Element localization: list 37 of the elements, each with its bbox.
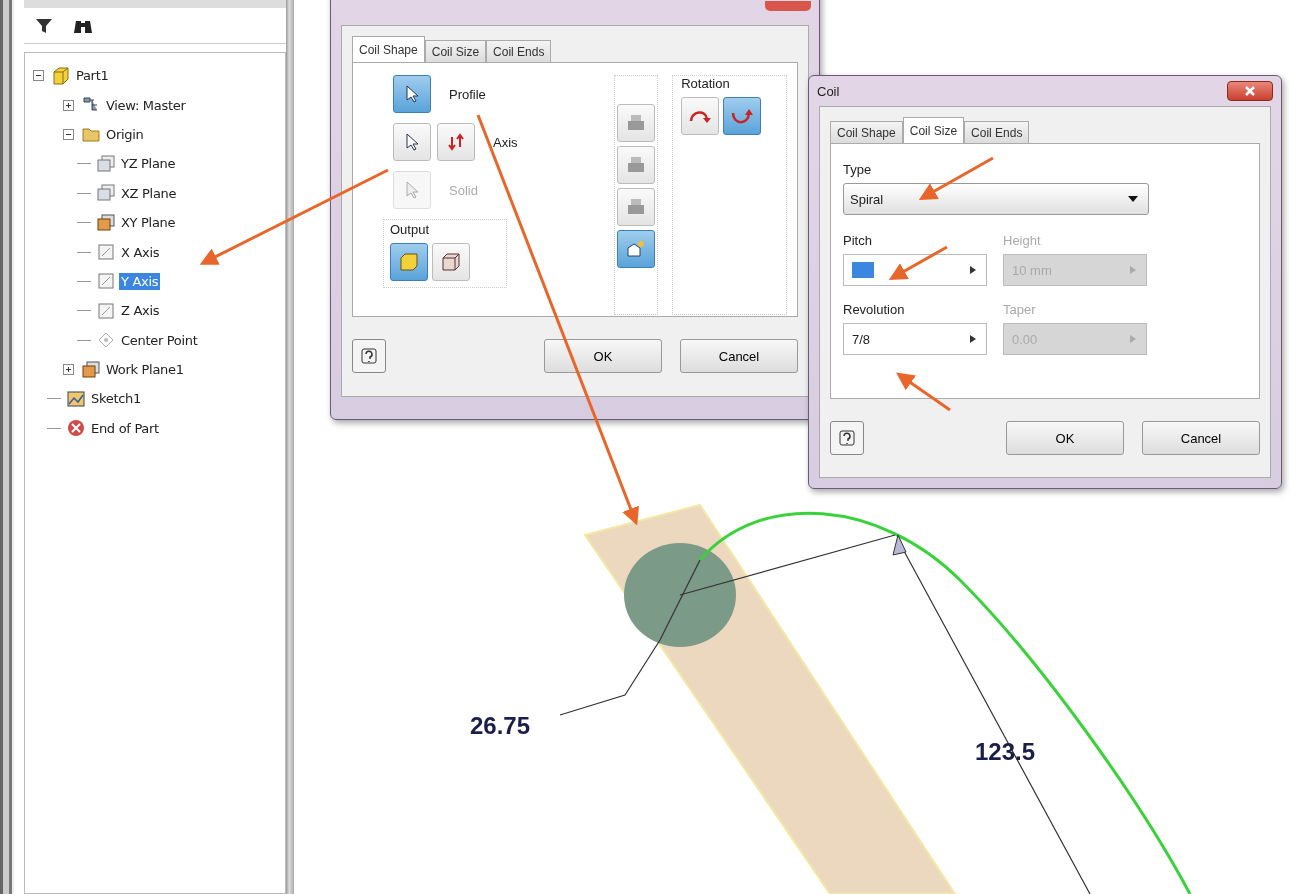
field-label: Revolution (843, 302, 906, 317)
profile-label: Profile (449, 86, 486, 102)
tree-item[interactable]: Y Axis (119, 272, 161, 290)
tree-item[interactable]: Part1 (74, 67, 111, 85)
dimension-value[interactable]: 26.75 (470, 712, 531, 740)
tree-item[interactable]: Center Point (119, 331, 200, 349)
tree-item[interactable]: View: Master (104, 96, 188, 114)
tree-item[interactable]: Z Axis (119, 302, 162, 320)
tree-item[interactable]: XY Plane (119, 214, 178, 232)
input-field[interactable]: 7/8 (843, 323, 987, 355)
field-label: Pitch (843, 233, 873, 248)
tree-item[interactable]: Work Plane1 (104, 361, 186, 379)
axis-label: Axis (493, 134, 518, 150)
tree-item[interactable]: Origin (104, 125, 146, 143)
type-dropdown[interactable]: Spiral (843, 183, 1149, 215)
tab[interactable]: Coil Shape (830, 121, 903, 143)
ok-button[interactable]: OK (1006, 421, 1124, 456)
tab[interactable]: Coil Ends (964, 121, 1030, 143)
tab[interactable]: Coil Size (902, 117, 965, 143)
solid-label: Solid (449, 182, 478, 198)
rotation-label: Rotation (681, 76, 731, 91)
tree-item[interactable]: End of Part (89, 419, 161, 437)
tab[interactable]: Coil Size (424, 40, 487, 62)
output-label: Output (390, 222, 431, 237)
type-label: Type (843, 162, 873, 177)
tab[interactable]: Coil Ends (486, 40, 552, 62)
field-label: Height (1003, 233, 1042, 248)
tab[interactable]: Coil Shape (352, 36, 425, 62)
tree-item[interactable]: Sketch1 (89, 390, 143, 408)
window-title: Coil (817, 83, 840, 99)
cancel-button[interactable]: Cancel (1142, 421, 1260, 456)
tree-item[interactable]: XZ Plane (119, 184, 179, 202)
cancel-button[interactable]: Cancel (680, 339, 798, 374)
tree-item[interactable]: YZ Plane (119, 155, 178, 173)
field-label: Taper (1003, 302, 1037, 317)
tree-item[interactable]: X Axis (119, 243, 162, 261)
ok-button[interactable]: OK (544, 339, 662, 374)
